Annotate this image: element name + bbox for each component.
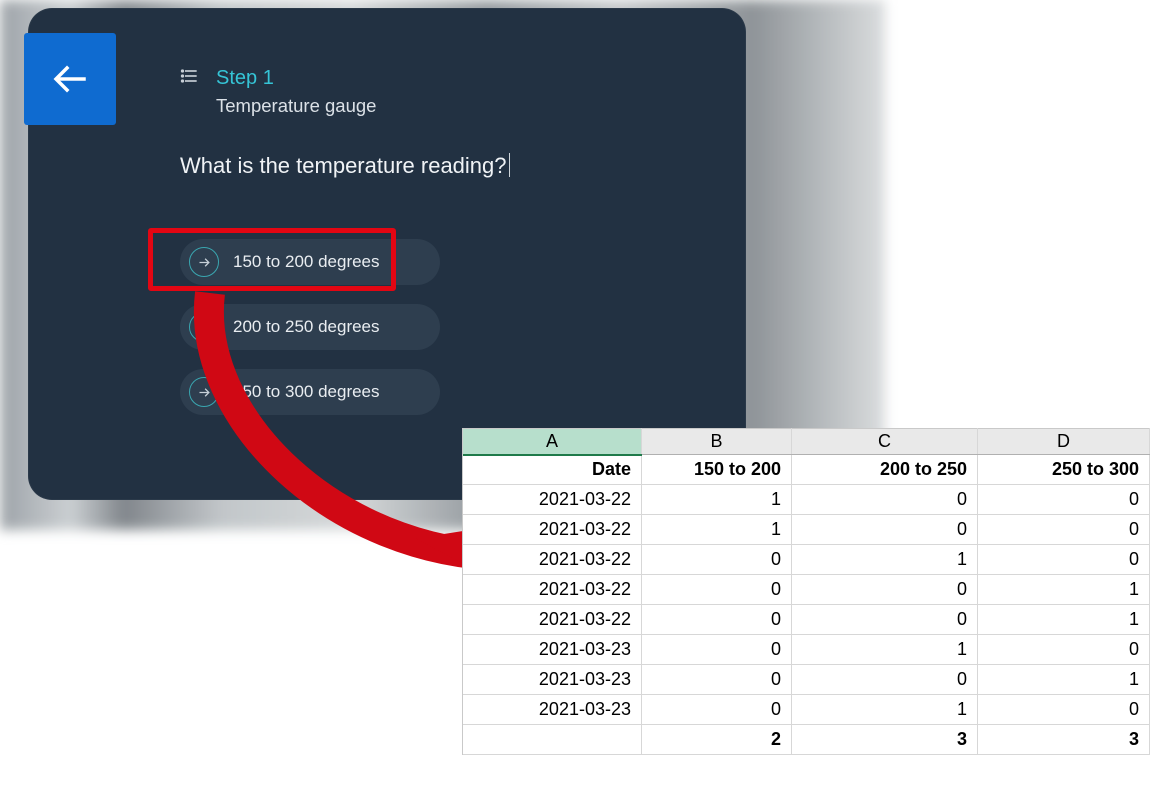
column-header-B[interactable]: B [642,429,792,455]
steps-list-icon [180,66,200,91]
cell[interactable]: 0 [792,575,978,605]
step-title: Step 1 [216,67,274,90]
table-row: 2021-03-22100 [463,515,1150,545]
cell[interactable]: 2021-03-22 [463,485,642,515]
cell[interactable]: 2021-03-23 [463,695,642,725]
cell[interactable]: 1 [978,605,1150,635]
option-label: 250 to 300 degrees [233,382,380,402]
option-label: 200 to 250 degrees [233,317,380,337]
cell[interactable]: 0 [978,515,1150,545]
cell[interactable]: 0 [642,665,792,695]
spreadsheet: A B C D Date 150 to 200 200 to 250 250 t… [462,428,1150,755]
cell[interactable]: 0 [978,695,1150,725]
cell[interactable]: 2021-03-22 [463,575,642,605]
cell[interactable] [463,725,642,755]
cell[interactable]: 2 [642,725,792,755]
table-row: 2021-03-22001 [463,575,1150,605]
cell[interactable]: 2021-03-22 [463,605,642,635]
card-question: What is the temperature reading? [180,153,706,179]
cell[interactable]: 0 [978,545,1150,575]
arrow-right-icon [189,312,219,342]
cell[interactable]: 0 [978,485,1150,515]
table-row: 2021-03-22010 [463,545,1150,575]
options-list: 150 to 200 degrees 200 to 250 degrees 25… [180,239,440,415]
guide-card: Step 1 Temperature gauge What is the tem… [28,8,746,500]
cell[interactable]: 1 [978,665,1150,695]
arrow-right-icon [189,247,219,277]
cell[interactable]: 2021-03-23 [463,635,642,665]
column-header-D[interactable]: D [978,429,1150,455]
option-150-200[interactable]: 150 to 200 degrees [180,239,440,285]
cell[interactable]: 2021-03-22 [463,545,642,575]
cell[interactable]: 0 [642,575,792,605]
cell[interactable]: 0 [792,515,978,545]
arrow-right-icon [189,377,219,407]
table-row: 2021-03-22001 [463,605,1150,635]
option-200-250[interactable]: 200 to 250 degrees [180,304,440,350]
cell[interactable]: 0 [642,695,792,725]
cell[interactable]: 1 [792,635,978,665]
cell[interactable]: 250 to 300 [978,455,1150,485]
column-header-A[interactable]: A [463,429,642,455]
cell[interactable]: 0 [642,635,792,665]
step-subtitle: Temperature gauge [216,95,706,117]
cell[interactable]: 1 [792,545,978,575]
cell[interactable]: 150 to 200 [642,455,792,485]
column-letter-row: A B C D [463,429,1150,455]
cell[interactable]: 1 [642,515,792,545]
back-button[interactable] [24,33,116,125]
cell[interactable]: 0 [792,665,978,695]
cell[interactable]: 1 [978,575,1150,605]
cell[interactable]: 0 [792,485,978,515]
cell[interactable]: 3 [792,725,978,755]
cell[interactable]: 0 [792,605,978,635]
cell[interactable]: Date [463,455,642,485]
table-row: 2021-03-23001 [463,665,1150,695]
cell[interactable]: 1 [792,695,978,725]
cell[interactable]: 0 [978,635,1150,665]
cell[interactable]: 200 to 250 [792,455,978,485]
cell[interactable]: 2021-03-23 [463,665,642,695]
cell[interactable]: 3 [978,725,1150,755]
cell[interactable]: 0 [642,545,792,575]
table-row: 2021-03-22100 [463,485,1150,515]
cell[interactable]: 0 [642,605,792,635]
totals-row: 2 3 3 [463,725,1150,755]
cell[interactable]: 1 [642,485,792,515]
table-header-row: Date 150 to 200 200 to 250 250 to 300 [463,455,1150,485]
question-text: What is the temperature reading? [180,153,507,178]
option-250-300[interactable]: 250 to 300 degrees [180,369,440,415]
cell[interactable]: 2021-03-22 [463,515,642,545]
option-label: 150 to 200 degrees [233,252,380,272]
table-row: 2021-03-23010 [463,695,1150,725]
text-caret [509,153,510,177]
table-row: 2021-03-23010 [463,635,1150,665]
column-header-C[interactable]: C [792,429,978,455]
